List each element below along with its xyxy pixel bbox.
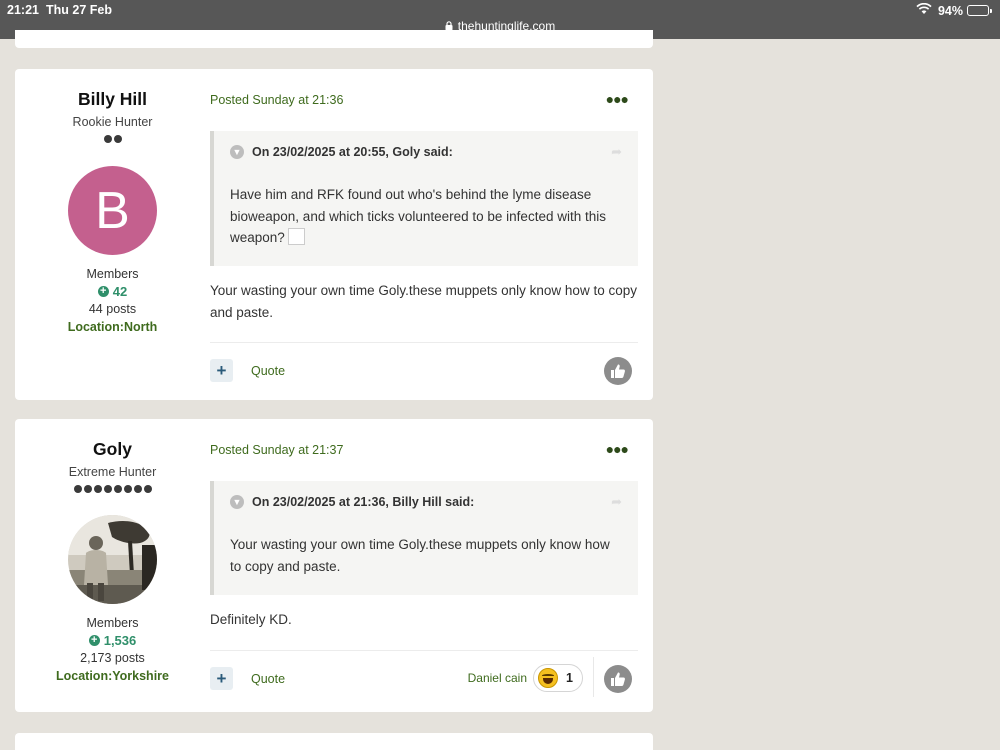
avatar[interactable] bbox=[68, 515, 157, 604]
chevron-down-icon[interactable]: ▼ bbox=[230, 145, 244, 159]
quote-block: ▼ On 23/02/2025 at 20:55, Goly said: ➦ H… bbox=[210, 131, 638, 266]
thumbs-up-icon[interactable] bbox=[604, 665, 632, 693]
post-footer: + Quote Daniel cain 1 bbox=[210, 650, 638, 708]
ellipsis-icon[interactable]: ●●● bbox=[606, 441, 629, 457]
plus-circle-icon: + bbox=[97, 286, 109, 297]
clock: 21:21 bbox=[7, 3, 39, 17]
author-location: Location:North bbox=[67, 320, 158, 334]
quote-button[interactable]: Quote bbox=[251, 672, 285, 686]
post-card: Billy Hill Rookie Hunter B Members + 42 … bbox=[15, 69, 653, 400]
quote-citation[interactable]: On 23/02/2025 at 20:55, Goly said: bbox=[252, 145, 453, 159]
previous-post-card bbox=[15, 30, 653, 48]
post-body: Definitely KD. bbox=[210, 612, 292, 627]
battery-percent: 94% bbox=[937, 3, 963, 18]
post-card: Goly Extreme Hunter Members + 1,536 2,17… bbox=[15, 419, 653, 712]
quote-header: ▼ On 23/02/2025 at 20:55, Goly said: ➦ bbox=[230, 144, 622, 160]
rank-pips bbox=[15, 485, 210, 495]
rank-pips bbox=[15, 135, 210, 145]
multiquote-button[interactable]: + bbox=[210, 359, 233, 382]
reputation: + 42 bbox=[15, 284, 210, 299]
share-icon[interactable]: ➦ bbox=[611, 494, 622, 510]
reputation-value: 1,536 bbox=[103, 633, 137, 648]
author-panel: Billy Hill Rookie Hunter B Members + 42 … bbox=[15, 69, 210, 334]
post-footer: + Quote bbox=[210, 342, 638, 400]
divider bbox=[593, 657, 594, 697]
missing-emoji-icon bbox=[287, 228, 305, 245]
author-group: Members bbox=[86, 267, 139, 281]
chevron-down-icon[interactable]: ▼ bbox=[230, 495, 244, 509]
share-icon[interactable]: ➦ bbox=[611, 144, 622, 160]
post-count: 2,173 posts bbox=[80, 651, 145, 665]
author-panel: Goly Extreme Hunter Members + 1,536 2,17… bbox=[15, 419, 210, 683]
multiquote-button[interactable]: + bbox=[210, 667, 233, 690]
reaction-count: 1 bbox=[566, 671, 573, 685]
laughing-emoji-icon bbox=[538, 668, 558, 688]
quote-block: ▼ On 23/02/2025 at 21:36, Billy Hill sai… bbox=[210, 481, 638, 595]
quote-citation[interactable]: On 23/02/2025 at 21:36, Billy Hill said: bbox=[252, 495, 474, 509]
date: Thu 27 Feb bbox=[46, 3, 112, 17]
author-location: Location:Yorkshire bbox=[56, 669, 169, 683]
reputation: + 1,536 bbox=[15, 633, 210, 648]
reputation-value: 42 bbox=[112, 284, 128, 299]
avatar-letter: B bbox=[95, 181, 130, 240]
author-rank: Rookie Hunter bbox=[72, 115, 153, 129]
author-group: Members bbox=[86, 616, 139, 630]
ellipsis-icon[interactable]: ●●● bbox=[606, 91, 629, 107]
avatar-photo bbox=[68, 515, 157, 604]
post-date[interactable]: Posted Sunday at 21:36 bbox=[210, 93, 343, 107]
post-body: Your wasting your own time Goly.these mu… bbox=[210, 283, 637, 320]
quote-button[interactable]: Quote bbox=[251, 364, 285, 378]
thumbs-up-icon[interactable] bbox=[604, 357, 632, 385]
quote-text: Your wasting your own time Goly.these mu… bbox=[230, 537, 610, 574]
next-post-card bbox=[15, 733, 653, 750]
wifi-icon bbox=[916, 2, 932, 18]
quote-header: ▼ On 23/02/2025 at 21:36, Billy Hill sai… bbox=[230, 494, 622, 510]
battery-icon bbox=[967, 5, 992, 16]
reaction-summary[interactable]: 1 bbox=[533, 664, 583, 692]
post-count: 44 posts bbox=[88, 302, 137, 316]
reaction-users[interactable]: Daniel cain bbox=[468, 671, 527, 685]
post-date[interactable]: Posted Sunday at 21:37 bbox=[210, 443, 343, 457]
avatar[interactable]: B bbox=[68, 166, 157, 255]
quote-text: Have him and RFK found out who's behind … bbox=[230, 187, 606, 245]
author-name[interactable]: Goly bbox=[15, 439, 210, 460]
author-name[interactable]: Billy Hill bbox=[15, 89, 210, 110]
author-rank: Extreme Hunter bbox=[68, 465, 157, 479]
plus-circle-icon: + bbox=[88, 635, 100, 646]
